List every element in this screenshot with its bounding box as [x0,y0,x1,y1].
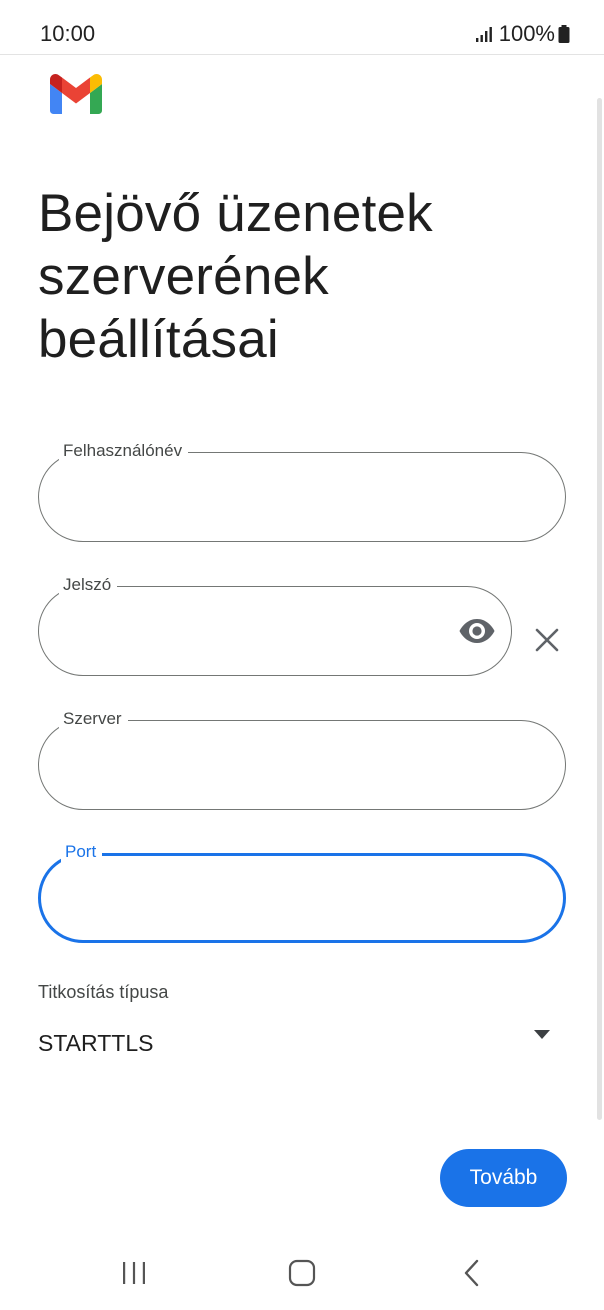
next-button[interactable]: Tovább [440,1149,567,1207]
status-indicators: 100% [475,21,570,47]
page-title: Bejövő üzenetek szerverének beállításai [38,182,558,371]
encryption-label: Titkosítás típusa [38,982,169,1002]
server-field[interactable]: Szerver [38,708,566,810]
gmail-logo [50,74,102,114]
scrollbar[interactable] [597,98,602,1120]
title-line-3: beállításai [38,310,279,369]
status-time: 10:00 [40,21,96,46]
encryption-select[interactable]: STARTTLS [38,1018,562,1068]
back-icon [464,1259,479,1287]
title-line-2: szerverének [38,247,329,306]
screen: 10:00 100% Bejövő üzenetek szerverének b… [0,0,604,1310]
eye-icon[interactable] [459,617,495,645]
password-label: Jelszó [59,574,118,596]
title-line-1: Bejövő üzenetek [38,184,433,243]
recents-button[interactable] [94,1236,174,1310]
password-field[interactable]: Jelszó [38,574,512,676]
battery-icon [558,25,570,43]
battery-percent: 100% [498,21,555,46]
port-label: Port [61,841,103,863]
home-button[interactable] [262,1236,342,1310]
signal-bars-icon [475,27,492,42]
recents-icon [123,1262,145,1284]
dropdown-arrow-icon [534,1030,550,1039]
username-field[interactable]: Felhasználónév [38,440,566,542]
home-icon [288,1259,316,1287]
navigation-bar [0,1236,604,1310]
back-button[interactable] [432,1236,512,1310]
port-field[interactable]: Port [38,841,566,943]
username-label: Felhasználónév [59,440,189,462]
server-label: Szerver [59,708,128,730]
encryption-value: STARTTLS [38,1030,154,1056]
status-bar: 10:00 100% [0,0,604,55]
close-icon[interactable] [535,628,559,652]
